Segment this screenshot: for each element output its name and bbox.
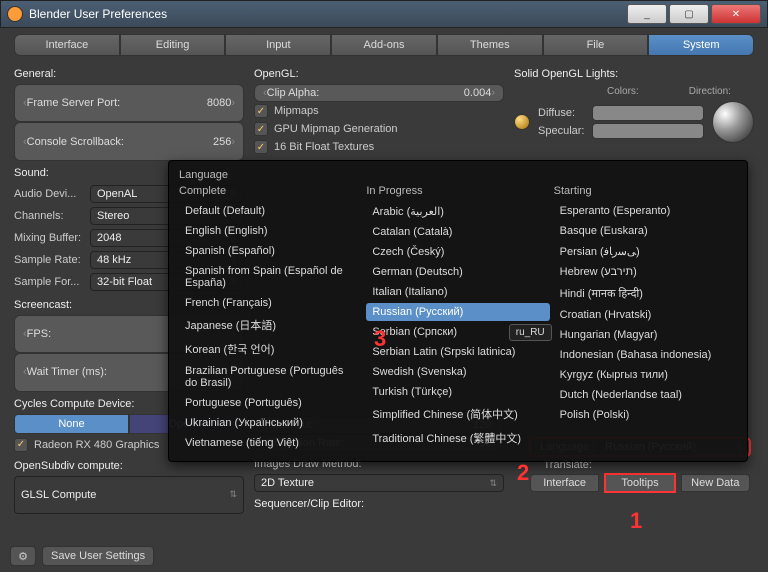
tab-input[interactable]: Input: [225, 34, 331, 56]
gpu-mipmap-checkbox[interactable]: [254, 122, 268, 136]
maximize-button[interactable]: ▢: [669, 4, 709, 24]
console-scrollback[interactable]: Console Scrollback:256: [14, 122, 244, 160]
frame-server-port[interactable]: Frame Server Port:8080: [14, 84, 244, 122]
tab-interface[interactable]: Interface: [14, 34, 120, 56]
tab-add-ons[interactable]: Add-ons: [331, 34, 437, 56]
language-option[interactable]: Croatian (Hrvatski): [554, 306, 737, 324]
app-icon: [7, 6, 23, 22]
mipmaps-checkbox[interactable]: [254, 104, 268, 118]
language-option[interactable]: Japanese (日本語): [179, 314, 362, 336]
language-option[interactable]: Indonesian (Bahasa indonesia): [554, 346, 737, 364]
language-option[interactable]: German (Deutsch): [366, 263, 549, 281]
popup-title: Language: [179, 169, 737, 181]
language-option[interactable]: Catalan (Català): [366, 223, 549, 241]
tab-themes[interactable]: Themes: [437, 34, 543, 56]
language-option[interactable]: Spanish (Español): [179, 242, 362, 260]
compute-none[interactable]: None: [14, 414, 129, 434]
window-title: Blender User Preferences: [29, 7, 625, 21]
language-option[interactable]: Persian (ﯽﺳﺭﺎﻓ): [554, 242, 737, 261]
light-toggle-1[interactable]: [514, 114, 530, 130]
language-option[interactable]: Spanish from Spain (Español de España): [179, 262, 362, 292]
language-option[interactable]: Esperanto (Esperanto): [554, 202, 737, 220]
translate-newdata-button[interactable]: New Data: [681, 474, 750, 492]
window-titlebar: Blender User Preferences _ ▢ ✕: [0, 0, 768, 28]
translate-tooltips-button[interactable]: Tooltips: [605, 474, 674, 492]
sequencer-label: Sequencer/Clip Editor:: [254, 498, 504, 510]
callout-1: 1: [630, 508, 642, 534]
radeon-checkbox[interactable]: [14, 438, 28, 452]
language-option[interactable]: Kyrgyz (Кыргыз тили): [554, 366, 737, 384]
prefs-tabs: InterfaceEditingInputAdd-onsThemesFileSy…: [0, 28, 768, 64]
language-option[interactable]: Traditional Chinese (繁體中文): [366, 427, 549, 449]
language-option[interactable]: Italian (Italiano): [366, 283, 549, 301]
language-option[interactable]: Brazilian Portuguese (Português do Brasi…: [179, 362, 362, 392]
language-option[interactable]: Russian (Русский)ru_RU: [366, 303, 549, 321]
language-option[interactable]: Default (Default): [179, 202, 362, 220]
section-opengl: OpenGL:: [254, 68, 504, 80]
language-option[interactable]: Simplified Chinese (简体中文): [366, 403, 549, 425]
language-option[interactable]: Basque (Euskara): [554, 222, 737, 240]
language-option[interactable]: French (Français): [179, 294, 362, 312]
minimize-button[interactable]: _: [627, 4, 667, 24]
language-option[interactable]: Portuguese (Português): [179, 394, 362, 412]
language-option[interactable]: English (English): [179, 222, 362, 240]
save-user-settings-button[interactable]: Save User Settings: [42, 546, 154, 566]
language-option[interactable]: Polish (Polski): [554, 406, 737, 424]
language-option[interactable]: Serbian Latin (Srpski latinica): [366, 343, 549, 361]
language-popup: Language CompleteDefault (Default)Englis…: [168, 160, 748, 462]
tab-system[interactable]: System: [648, 34, 754, 56]
draw-method-dropdown[interactable]: 2D Texture: [254, 474, 504, 492]
language-option[interactable]: Hindi (मानक हिन्दी): [554, 283, 737, 304]
tab-editing[interactable]: Editing: [120, 34, 226, 56]
section-general: General:: [14, 68, 244, 80]
language-option[interactable]: Korean (한국 언어): [179, 338, 362, 360]
language-option[interactable]: Hebrew (תירבע): [554, 263, 737, 281]
language-option[interactable]: Arabic (العربية): [366, 202, 549, 221]
settings-gear-button[interactable]: ⚙: [10, 546, 36, 566]
specular-swatch-1[interactable]: [592, 123, 704, 139]
callout-2: 2: [517, 460, 529, 486]
clip-alpha-field[interactable]: Clip Alpha:0.004: [254, 84, 504, 102]
language-option[interactable]: Dutch (Nederlandse taal): [554, 386, 737, 404]
language-option[interactable]: Hungarian (Magyar): [554, 326, 737, 344]
language-option[interactable]: Turkish (Türkçe): [366, 383, 549, 401]
close-button[interactable]: ✕: [711, 4, 761, 24]
diffuse-swatch-1[interactable]: [592, 105, 704, 121]
language-option[interactable]: Czech (Český): [366, 243, 549, 261]
language-option[interactable]: Vietnamese (tiếng Việt): [179, 434, 362, 452]
language-option[interactable]: Swedish (Svenska): [366, 363, 549, 381]
language-option[interactable]: Ukrainian (Український): [179, 414, 362, 432]
radeon-label: Radeon RX 480 Graphics: [34, 439, 159, 451]
opensubdiv-dropdown[interactable]: GLSL Compute: [14, 476, 244, 514]
translate-interface-button[interactable]: Interface: [530, 474, 599, 492]
callout-3: 3: [374, 326, 386, 352]
direction-sphere-1[interactable]: [712, 101, 754, 143]
section-lights: Solid OpenGL Lights:: [514, 68, 754, 80]
language-tooltip: ru_RU: [509, 324, 552, 341]
tab-file[interactable]: File: [543, 34, 649, 56]
float-textures-checkbox[interactable]: [254, 140, 268, 154]
